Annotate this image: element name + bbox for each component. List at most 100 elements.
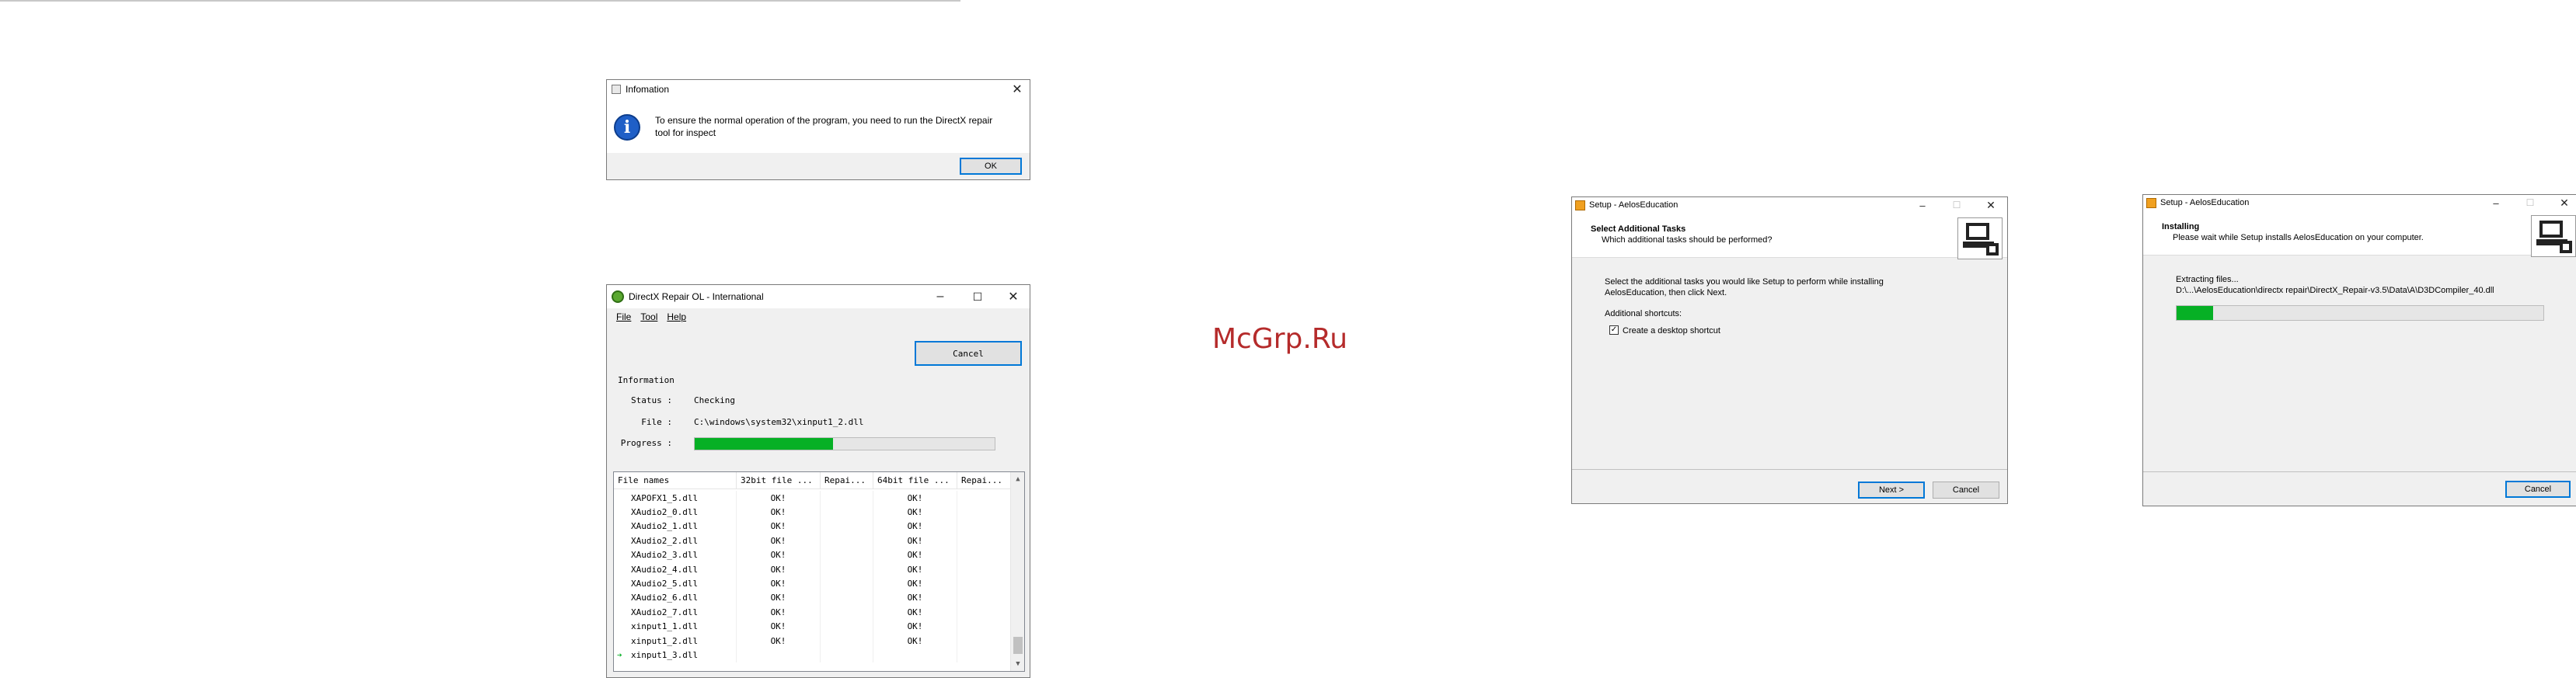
info-message: To ensure the normal operation of the pr… [655, 115, 993, 138]
progress-label: Progress : [620, 438, 672, 448]
desktop-shortcut-checkbox[interactable]: ✓ [1609, 325, 1619, 335]
status-64bit-cell: OK! [873, 576, 957, 591]
table-row[interactable]: XAPOFX1_5.dll OK! OK! [614, 491, 1012, 506]
repair-64bit-cell [957, 534, 1012, 548]
menu-tool[interactable]: Tool [640, 311, 657, 322]
repair-64bit-cell [957, 562, 1012, 577]
directx-logo-icon [612, 290, 624, 303]
status-32bit-cell: OK! [737, 519, 821, 534]
status-32bit-cell: OK! [737, 576, 821, 591]
file-name-text: XAudio2_4.dll [631, 564, 699, 575]
status-64bit-cell: OK! [873, 633, 957, 648]
status-32bit-cell: OK! [737, 590, 821, 606]
status-32bit-cell: OK! [737, 619, 821, 634]
file-value: C:\windows\system32\xinput1_2.dll [694, 417, 864, 427]
table-row[interactable]: XAudio2_4.dll OK! OK! [614, 562, 1012, 577]
scroll-up-icon[interactable]: ▲ [1011, 472, 1024, 486]
status-64bit-cell: OK! [873, 491, 957, 506]
file-name-cell: xinput1_2.dll [614, 633, 737, 648]
status-32bit-cell: OK! [737, 562, 821, 577]
table-row[interactable]: XAudio2_5.dll OK! OK! [614, 576, 1012, 591]
setup-installing-title: Setup - AelosEducation [2160, 198, 2250, 207]
cancel-button[interactable]: Cancel [1933, 482, 1999, 499]
repair-64bit-cell [957, 619, 1012, 634]
file-name-cell: ➔ xinput1_3.dll [614, 648, 737, 662]
minimize-icon[interactable]: – [2486, 195, 2506, 210]
directx-repair-window: DirectX Repair OL - International – ☐ ✕ … [606, 284, 1030, 678]
status-32bit-cell: OK! [737, 633, 821, 648]
additional-shortcuts-label: Additional shortcuts: [1605, 309, 1682, 318]
repair-32bit-cell [821, 633, 873, 648]
maximize-icon[interactable]: ☐ [966, 285, 989, 308]
table-row[interactable]: XAudio2_2.dll OK! OK! [614, 534, 1012, 548]
repair-64bit-cell [957, 590, 1012, 606]
cancel-button[interactable]: Cancel [2505, 481, 2571, 498]
setup-tasks-heading: Select Additional Tasks [1591, 224, 1686, 234]
minimize-icon[interactable]: – [929, 285, 952, 308]
scroll-thumb[interactable] [1013, 637, 1023, 654]
file-name-cell: XAudio2_6.dll [614, 590, 737, 606]
status-64bit-cell: OK! [873, 505, 957, 520]
desktop-shortcut-label[interactable]: Create a desktop shortcut [1623, 325, 1720, 336]
repair-32bit-cell [821, 648, 873, 662]
information-icon: i [614, 114, 640, 141]
table-row[interactable]: XAudio2_7.dll OK! OK! [614, 605, 1012, 620]
vertical-scrollbar[interactable]: ▲ ▼ [1010, 472, 1024, 671]
minimize-icon[interactable]: – [1912, 197, 1933, 213]
table-row[interactable]: XAudio2_1.dll OK! OK! [614, 519, 1012, 534]
table-row[interactable]: xinput1_1.dll OK! OK! [614, 619, 1012, 634]
dx-progress-bar [694, 437, 995, 450]
setup-tasks-instruction-2: AelosEducation, then click Next. [1605, 288, 1727, 297]
current-item-arrow-icon: ➔ [617, 649, 622, 660]
table-row[interactable]: xinput1_2.dll OK! OK! [614, 633, 1012, 648]
repair-64bit-cell [957, 548, 1012, 562]
repair-64bit-cell [957, 648, 1012, 662]
setup-installing-header: Installing Please wait while Setup insta… [2143, 210, 2576, 257]
status-32bit-cell: OK! [737, 548, 821, 562]
table-row[interactable]: XAudio2_0.dll OK! OK! [614, 505, 1012, 520]
close-icon[interactable]: ✕ [1009, 80, 1025, 99]
status-64bit-cell: OK! [873, 605, 957, 620]
status-32bit-cell: OK! [737, 491, 821, 506]
file-name-text: XAPOFX1_5.dll [631, 492, 699, 503]
info-title: Infomation [626, 84, 670, 95]
dx-progress-fill [695, 438, 833, 450]
column-header-file-names[interactable]: File names [614, 472, 737, 489]
setup-installing-window: Setup - AelosEducation – ☐ ✕ Installing … [2142, 194, 2576, 506]
column-header-64bit-file[interactable]: 64bit file ... [873, 472, 957, 489]
close-icon[interactable]: ✕ [2554, 195, 2574, 210]
setup-app-icon [2146, 197, 2156, 208]
file-name-text: XAudio2_2.dll [631, 535, 699, 546]
repair-64bit-cell [957, 505, 1012, 520]
file-name-cell: XAudio2_7.dll [614, 605, 737, 620]
file-name-cell: XAudio2_2.dll [614, 534, 737, 548]
next-button[interactable]: Next > [1858, 482, 1925, 499]
table-row[interactable]: ➔ xinput1_3.dll [614, 648, 1012, 662]
cancel-button[interactable]: Cancel [915, 341, 1022, 366]
menu-bar: File Tool Help [607, 308, 1030, 325]
table-row[interactable]: XAudio2_6.dll OK! OK! [614, 590, 1012, 606]
setup-tasks-instruction-1: Select the additional tasks you would li… [1605, 277, 1884, 287]
information-section-label: Information [618, 375, 675, 385]
status-64bit-cell: OK! [873, 548, 957, 562]
close-icon[interactable]: ✕ [1981, 197, 2001, 213]
repair-64bit-cell [957, 633, 1012, 648]
repair-64bit-cell [957, 519, 1012, 534]
repair-32bit-cell [821, 548, 873, 562]
table-row[interactable]: XAudio2_3.dll OK! OK! [614, 548, 1012, 562]
close-icon[interactable]: ✕ [1002, 285, 1025, 308]
status-64bit-cell: OK! [873, 590, 957, 606]
repair-32bit-cell [821, 605, 873, 620]
ok-button[interactable]: OK [960, 158, 1022, 175]
status-value: Checking [694, 395, 735, 405]
menu-file[interactable]: File [616, 311, 631, 322]
column-header-repair-32[interactable]: Repai... [821, 472, 873, 489]
column-header-repair-64[interactable]: Repai... [957, 472, 1012, 489]
status-64bit-cell [873, 648, 957, 662]
file-name-text: XAudio2_6.dll [631, 593, 699, 603]
column-header-32bit-file[interactable]: 32bit file ... [737, 472, 821, 489]
file-name-cell: XAudio2_1.dll [614, 519, 737, 534]
file-name-text: xinput1_1.dll [631, 621, 699, 632]
menu-help[interactable]: Help [667, 311, 686, 322]
scroll-down-icon[interactable]: ▼ [1011, 657, 1024, 671]
